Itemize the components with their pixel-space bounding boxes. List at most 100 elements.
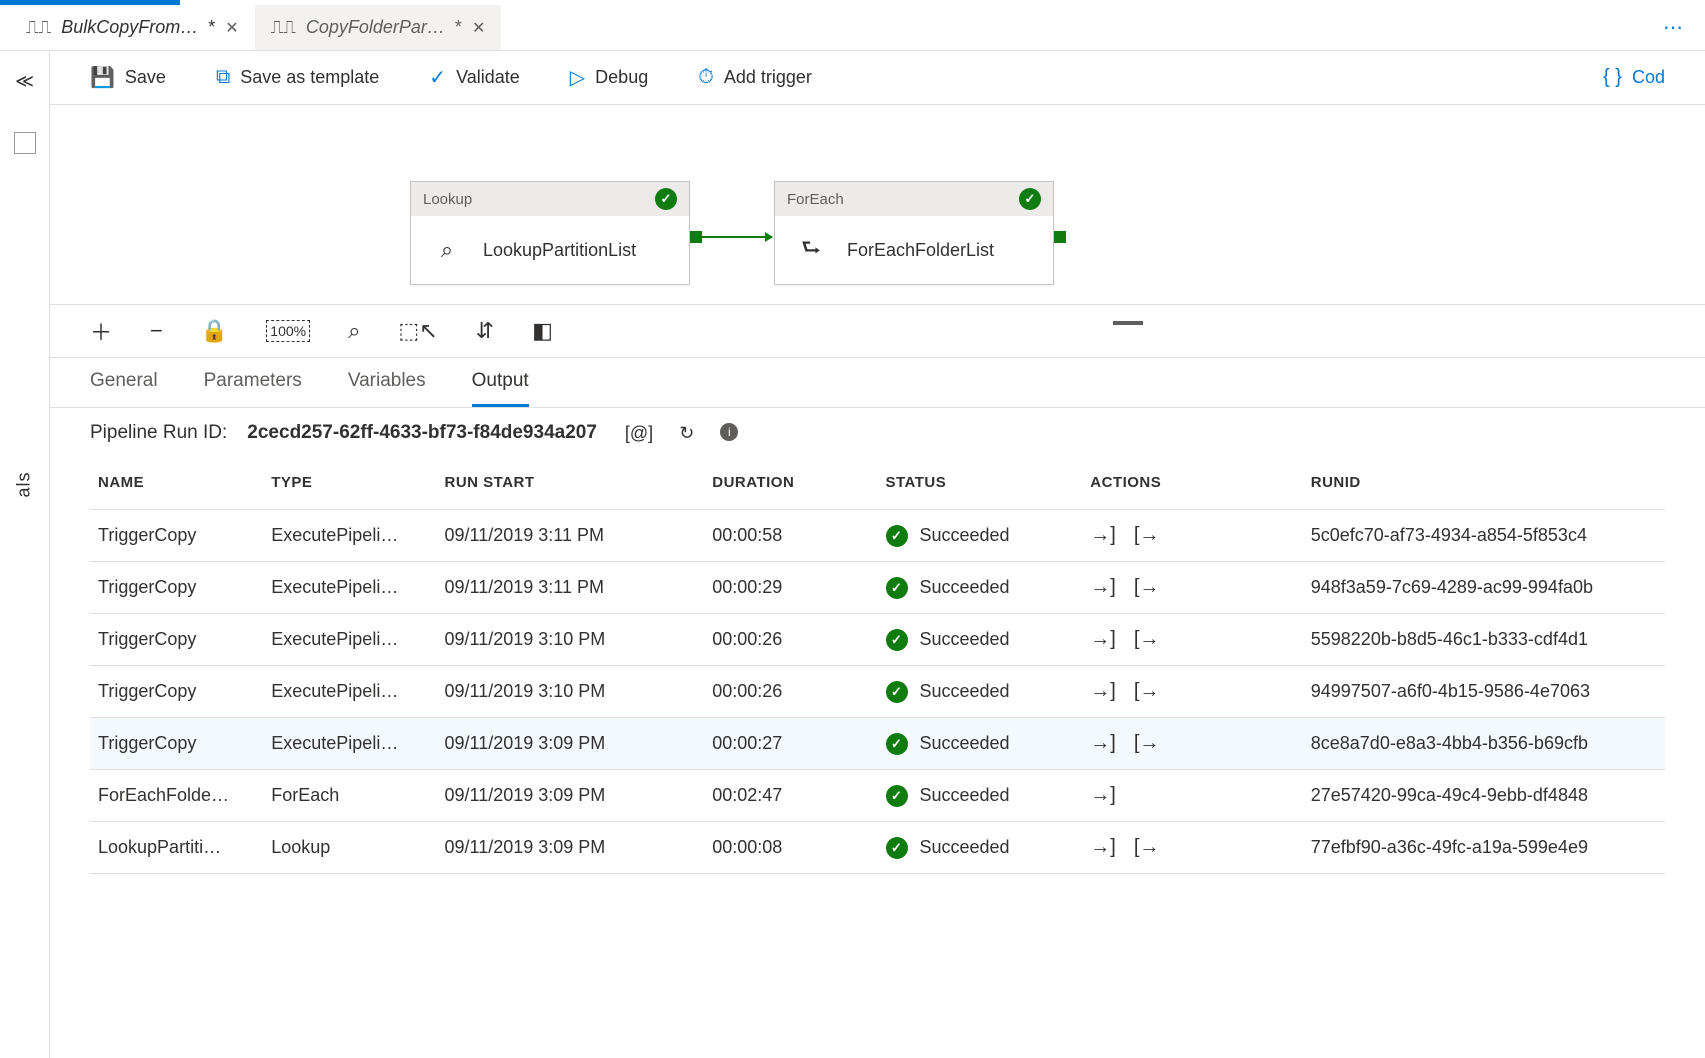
col-duration[interactable]: DURATION (704, 458, 877, 510)
select-icon[interactable]: ⬚↖ (398, 318, 437, 344)
cell-name: TriggerCopy (90, 562, 263, 614)
input-icon[interactable]: →] (1090, 576, 1116, 599)
input-icon[interactable]: →] (1090, 784, 1116, 807)
success-icon: ✓ (655, 188, 677, 210)
close-icon[interactable]: ✕ (225, 18, 238, 38)
input-icon[interactable]: →] (1090, 628, 1116, 651)
cell-type: ExecutePipeli… (263, 510, 436, 562)
cell-duration: 00:00:26 (704, 666, 877, 718)
add-trigger-button[interactable]: ⏱ Add trigger (698, 66, 812, 89)
code-icon: { } (1603, 66, 1622, 89)
cell-runid: 8ce8a7d0-e8a3-4bb4-b356-b69cfb (1303, 718, 1665, 770)
col-runid[interactable]: RUNID (1303, 458, 1665, 510)
cell-start: 09/11/2019 3:10 PM (437, 666, 705, 718)
tab-output[interactable]: Output (472, 370, 529, 407)
pipeline-canvas[interactable]: Lookup ✓ ⌕ LookupPartitionList ForEach ✓… (50, 105, 1705, 305)
info-icon[interactable]: i (720, 423, 738, 441)
cell-actions: →] [→ (1082, 614, 1303, 666)
cell-name: TriggerCopy (90, 666, 263, 718)
cell-name: ForEachFolde… (90, 770, 263, 822)
tab-bulkcopy[interactable]: ⎍⎍ BulkCopyFrom… * ✕ (10, 5, 255, 50)
output-icon[interactable]: [→ (1134, 576, 1160, 599)
zoom-out-icon[interactable]: − (150, 318, 163, 344)
cell-name: TriggerCopy (90, 614, 263, 666)
cell-status: ✓Succeeded (878, 510, 1083, 562)
table-row[interactable]: TriggerCopyExecutePipeli…09/11/2019 3:11… (90, 510, 1665, 562)
cell-runid: 94997507-a6f0-4b15-9586-4e7063 (1303, 666, 1665, 718)
output-icon[interactable]: [→ (1134, 628, 1160, 651)
foreach-node[interactable]: ForEach ✓ ⮑ ForEachFolderList (774, 181, 1054, 285)
lookup-node[interactable]: Lookup ✓ ⌕ LookupPartitionList (410, 181, 690, 285)
col-type[interactable]: TYPE (263, 458, 436, 510)
output-icon[interactable]: [→ (1134, 524, 1160, 547)
canvas-toolbar: ＋ − 🔒 100% ⌕ ⬚↖ ⇵ ◧ (50, 305, 1705, 358)
rail-item[interactable] (14, 132, 36, 154)
table-row[interactable]: ForEachFolde…ForEach09/11/2019 3:09 PM00… (90, 770, 1665, 822)
cell-name: TriggerCopy (90, 510, 263, 562)
cell-type: ExecutePipeli… (263, 718, 436, 770)
layout-icon[interactable]: ⇵ (476, 318, 494, 344)
more-icon[interactable]: ⋯ (1663, 15, 1705, 40)
expand-panel-icon[interactable]: ≪ (15, 71, 34, 92)
cell-duration: 00:02:47 (704, 770, 877, 822)
cell-status: ✓Succeeded (878, 770, 1083, 822)
cell-duration: 00:00:58 (704, 510, 877, 562)
cell-type: ExecutePipeli… (263, 562, 436, 614)
expression-icon[interactable]: [@] (625, 423, 653, 444)
runid-value: 2cecd257-62ff-4633-bf73-f84de934a207 (247, 422, 597, 444)
col-actions[interactable]: ACTIONS (1082, 458, 1303, 510)
table-row[interactable]: TriggerCopyExecutePipeli…09/11/2019 3:10… (90, 666, 1665, 718)
table-row[interactable]: TriggerCopyExecutePipeli…09/11/2019 3:09… (90, 718, 1665, 770)
tab-variables[interactable]: Variables (348, 370, 426, 407)
cell-duration: 00:00:26 (704, 614, 877, 666)
table-row[interactable]: TriggerCopyExecutePipeli…09/11/2019 3:11… (90, 562, 1665, 614)
cell-status: ✓Succeeded (878, 666, 1083, 718)
close-icon[interactable]: ✕ (472, 18, 485, 38)
success-icon: ✓ (886, 733, 908, 755)
cell-type: Lookup (263, 822, 436, 874)
cell-runid: 948f3a59-7c69-4289-ac99-994fa0b (1303, 562, 1665, 614)
refresh-icon[interactable]: ↻ (679, 423, 694, 444)
tab-general[interactable]: General (90, 370, 158, 407)
table-row[interactable]: LookupPartiti…Lookup09/11/2019 3:09 PM00… (90, 822, 1665, 874)
resize-handle[interactable] (1113, 321, 1143, 325)
output-icon[interactable]: [→ (1134, 732, 1160, 755)
table-row[interactable]: TriggerCopyExecutePipeli…09/11/2019 3:10… (90, 614, 1665, 666)
save-template-button[interactable]: ⧉ Save as template (216, 66, 379, 89)
tab-copyfolder[interactable]: ⎍⎍ CopyFolderPar… * ✕ (255, 5, 502, 50)
cell-type: ExecutePipeli… (263, 614, 436, 666)
col-start[interactable]: RUN START (437, 458, 705, 510)
input-icon[interactable]: →] (1090, 836, 1116, 859)
check-icon: ✓ (429, 65, 446, 90)
code-button[interactable]: { } Cod (1603, 66, 1665, 89)
cell-actions: →] [→ (1082, 562, 1303, 614)
cell-start: 09/11/2019 3:09 PM (437, 822, 705, 874)
connector-handle[interactable] (1054, 231, 1066, 243)
success-icon: ✓ (886, 681, 908, 703)
pipeline-icon: ⎍⎍ (271, 17, 296, 38)
col-status[interactable]: STATUS (878, 458, 1083, 510)
trigger-icon: ⏱ (698, 66, 714, 89)
save-button[interactable]: 💾 Save (90, 65, 166, 90)
connector-handle[interactable] (690, 231, 702, 243)
input-icon[interactable]: →] (1090, 524, 1116, 547)
input-icon[interactable]: →] (1090, 732, 1116, 755)
tab-parameters[interactable]: Parameters (204, 370, 302, 407)
align-icon[interactable]: ◧ (532, 318, 553, 344)
lock-icon[interactable]: 🔒 (201, 318, 228, 344)
input-icon[interactable]: →] (1090, 680, 1116, 703)
output-icon[interactable]: [→ (1134, 836, 1160, 859)
fit-100-icon[interactable]: 100% (266, 320, 310, 342)
connector-line (702, 236, 772, 238)
cell-status: ✓Succeeded (878, 562, 1083, 614)
cell-type: ExecutePipeli… (263, 666, 436, 718)
zoom-fit-icon[interactable]: ⌕ (348, 318, 360, 344)
validate-button[interactable]: ✓ Validate (429, 65, 519, 90)
output-icon[interactable]: [→ (1134, 680, 1160, 703)
col-name[interactable]: NAME (90, 458, 263, 510)
cell-actions: →] [→ (1082, 718, 1303, 770)
success-icon: ✓ (886, 837, 908, 859)
zoom-in-icon[interactable]: ＋ (90, 315, 112, 347)
detail-tabs: General Parameters Variables Output (50, 358, 1705, 408)
debug-button[interactable]: ▷ Debug (570, 65, 648, 90)
